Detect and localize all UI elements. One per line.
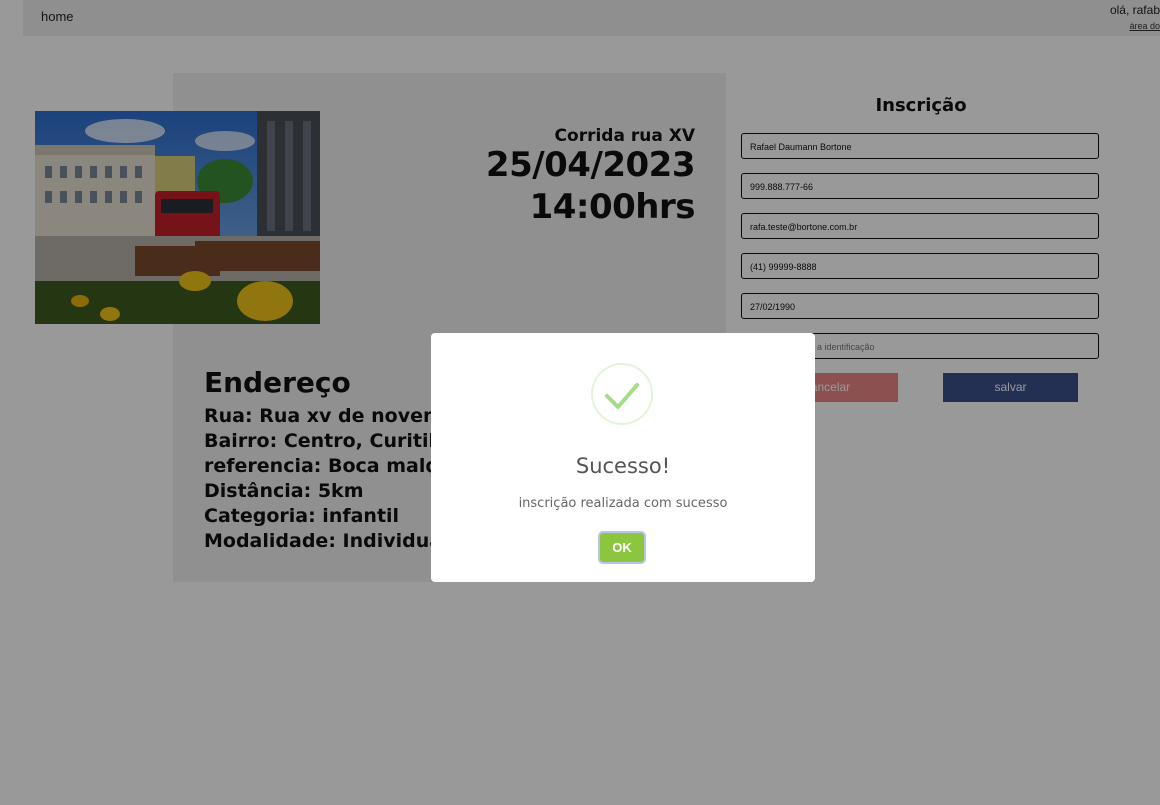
checkmark-icon [591,363,653,425]
success-dialog: Sucesso! inscrição realizada com sucesso… [431,333,815,582]
ok-button[interactable]: OK [600,533,644,562]
dialog-title: Sucesso! [575,454,671,478]
dialog-message: inscrição realizada com sucesso [518,496,728,511]
